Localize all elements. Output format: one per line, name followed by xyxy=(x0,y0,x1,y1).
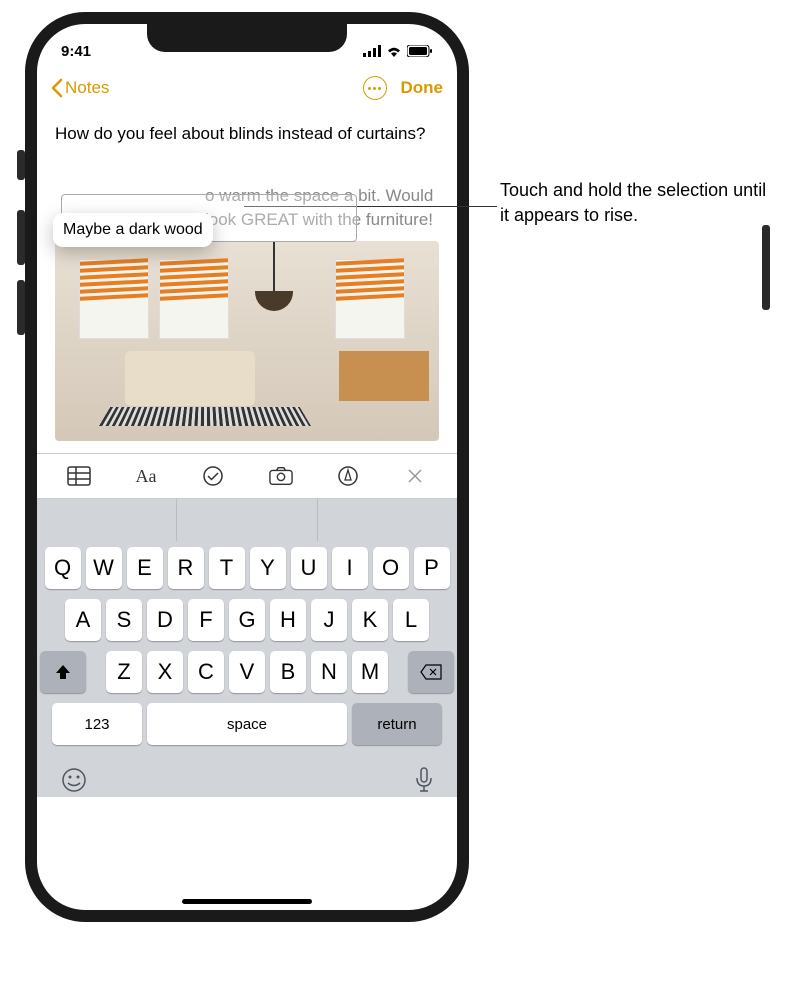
key-z[interactable]: Z xyxy=(106,651,142,693)
key-q[interactable]: Q xyxy=(45,547,81,589)
key-r[interactable]: R xyxy=(168,547,204,589)
key-v[interactable]: V xyxy=(229,651,265,693)
key-h[interactable]: H xyxy=(270,599,306,641)
key-i[interactable]: I xyxy=(332,547,368,589)
notes-toolbar: Aa xyxy=(37,453,457,499)
space-key[interactable]: space xyxy=(147,703,347,745)
format-icon[interactable]: Aa xyxy=(134,464,158,488)
home-indicator[interactable] xyxy=(182,899,312,904)
nav-bar: Notes Done xyxy=(37,66,457,110)
done-button[interactable]: Done xyxy=(401,78,444,98)
key-a[interactable]: A xyxy=(65,599,101,641)
return-key[interactable]: return xyxy=(352,703,442,745)
key-m[interactable]: M xyxy=(352,651,388,693)
dictate-icon[interactable] xyxy=(415,767,433,793)
key-j[interactable]: J xyxy=(311,599,347,641)
phone-frame: 9:41 Notes Done How do you feel about bl… xyxy=(25,12,469,922)
suggestion-2[interactable] xyxy=(177,499,317,541)
suggestion-1[interactable] xyxy=(37,499,177,541)
key-n[interactable]: N xyxy=(311,651,347,693)
wifi-icon xyxy=(386,45,402,57)
keyboard: QWERTYUIOP ASDFGHJKL ZXCVBNM 123 space r… xyxy=(37,541,457,759)
key-s[interactable]: S xyxy=(106,599,142,641)
key-g[interactable]: G xyxy=(229,599,265,641)
key-c[interactable]: C xyxy=(188,651,224,693)
key-f[interactable]: F xyxy=(188,599,224,641)
more-icon xyxy=(368,87,381,90)
checklist-icon[interactable] xyxy=(201,464,225,488)
back-label: Notes xyxy=(65,78,109,98)
key-b[interactable]: B xyxy=(270,651,306,693)
more-button[interactable] xyxy=(363,76,387,100)
close-toolbar-icon[interactable] xyxy=(403,464,427,488)
status-time: 9:41 xyxy=(61,43,91,60)
keyboard-bottom-bar xyxy=(37,759,457,797)
note-image xyxy=(55,241,439,441)
shift-key[interactable] xyxy=(40,651,86,693)
notch xyxy=(147,24,347,52)
note-content[interactable]: How do you feel about blinds instead of … xyxy=(37,110,457,453)
key-p[interactable]: P xyxy=(414,547,450,589)
callout-text: Touch and hold the selection until it ap… xyxy=(500,178,770,228)
note-line-1: How do you feel about blinds instead of … xyxy=(55,122,439,146)
key-k[interactable]: K xyxy=(352,599,388,641)
battery-icon xyxy=(407,45,433,57)
key-w[interactable]: W xyxy=(86,547,122,589)
markup-icon[interactable] xyxy=(336,464,360,488)
key-d[interactable]: D xyxy=(147,599,183,641)
key-e[interactable]: E xyxy=(127,547,163,589)
numbers-key[interactable]: 123 xyxy=(52,703,142,745)
suggestion-bar xyxy=(37,499,457,541)
key-t[interactable]: T xyxy=(209,547,245,589)
key-u[interactable]: U xyxy=(291,547,327,589)
suggestion-3[interactable] xyxy=(318,499,457,541)
emoji-icon[interactable] xyxy=(61,767,87,793)
key-x[interactable]: X xyxy=(147,651,183,693)
signal-icon xyxy=(363,45,381,57)
floating-selection[interactable]: Maybe a dark wood xyxy=(53,213,213,247)
key-o[interactable]: O xyxy=(373,547,409,589)
key-l[interactable]: L xyxy=(393,599,429,641)
back-button[interactable]: Notes xyxy=(51,78,109,98)
delete-key[interactable] xyxy=(408,651,454,693)
table-icon[interactable] xyxy=(67,464,91,488)
key-y[interactable]: Y xyxy=(250,547,286,589)
camera-icon[interactable] xyxy=(269,464,293,488)
